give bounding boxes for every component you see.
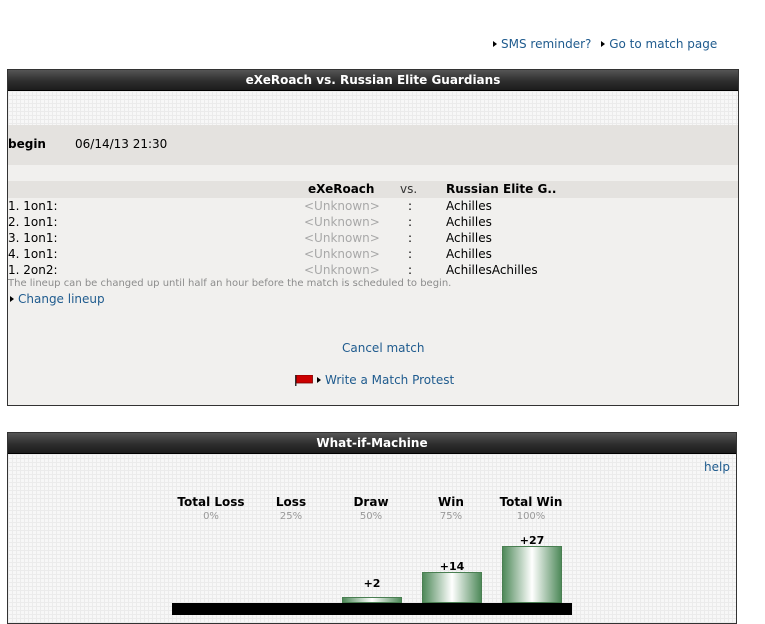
vs-label: vs.: [400, 182, 418, 196]
total-win-points-bar: [502, 546, 562, 603]
score-separator: :: [408, 231, 413, 245]
lineup-row: 1. 1on1: <Unknown> : Achilles: [8, 198, 738, 214]
home-player: <Unknown>: [304, 199, 380, 213]
outcome-title: Win: [438, 495, 464, 509]
home-team-name: eXeRoach: [308, 182, 375, 196]
game-label: 1. 1on1:: [8, 199, 58, 213]
score-separator: :: [408, 199, 413, 213]
outcome-title: Loss: [275, 495, 307, 509]
away-player: Achilles: [446, 215, 492, 229]
outcome-column-total-win: Total Win 100%: [491, 495, 571, 522]
lineup-note: The lineup can be changed up until half …: [8, 278, 452, 289]
outcome-percent: 0%: [203, 511, 219, 522]
draw-points-label: +2: [363, 577, 381, 590]
begin-label: begin: [8, 137, 46, 151]
outcome-percent: 100%: [516, 511, 546, 522]
home-player: <Unknown>: [304, 231, 380, 245]
away-player: Achilles: [446, 231, 492, 245]
home-player: <Unknown>: [304, 215, 380, 229]
away-player: Achilles: [446, 199, 492, 213]
what-if-body: help Total Loss 0% Loss 25% Draw 50% Win…: [8, 454, 736, 623]
write-protest-link[interactable]: Write a Match Protest: [317, 373, 454, 387]
outcome-column-loss: Loss 25%: [251, 495, 331, 522]
home-player: <Unknown>: [304, 247, 380, 261]
what-if-machine-panel: What-if-Machine help Total Loss 0% Loss …: [7, 432, 737, 624]
outcome-percent: 75%: [439, 511, 463, 522]
outcome-column-total-loss: Total Loss 0%: [171, 495, 251, 522]
lineup-row: 1. 2on2: <Unknown> : AchillesAchilles: [8, 262, 738, 278]
score-separator: :: [408, 215, 413, 229]
flag-icon: [295, 375, 313, 386]
lineup-list: 1. 1on1: <Unknown> : Achilles 2. 1on1: <…: [8, 198, 738, 278]
what-if-title: What-if-Machine: [8, 433, 736, 454]
score-separator: :: [408, 263, 413, 277]
away-team-name: Russian Elite G..: [446, 182, 557, 196]
outcome-column-win: Win 75%: [411, 495, 491, 522]
away-player: AchillesAchilles: [446, 263, 538, 277]
lineup-row: 2. 1on1: <Unknown> : Achilles: [8, 214, 738, 230]
score-separator: :: [408, 247, 413, 261]
match-header-strip: [8, 91, 738, 125]
home-player: <Unknown>: [304, 263, 380, 277]
sms-reminder-link[interactable]: SMS reminder?: [493, 37, 591, 51]
outcome-percent: 50%: [359, 511, 383, 522]
lineup-header: eXeRoach vs. Russian Elite G..: [8, 181, 738, 198]
lineup-row: 4. 1on1: <Unknown> : Achilles: [8, 246, 738, 262]
game-label: 4. 1on1:: [8, 247, 58, 261]
cancel-match-link[interactable]: Cancel match: [342, 341, 424, 355]
help-link[interactable]: help: [704, 460, 730, 474]
win-points-bar: [422, 572, 482, 603]
match-panel: eXeRoach vs. Russian Elite Guardians beg…: [7, 69, 739, 406]
game-label: 1. 2on2:: [8, 263, 58, 277]
go-to-match-page-link[interactable]: Go to match page: [601, 37, 717, 51]
game-label: 2. 1on1:: [8, 215, 58, 229]
outcome-percent: 25%: [279, 511, 303, 522]
begin-date: 06/14/13 21:30: [75, 137, 168, 151]
outcome-title: Draw: [353, 495, 389, 509]
top-links: SMS reminder? Go to match page: [493, 37, 723, 51]
protest-row: Write a Match Protest: [295, 373, 454, 387]
lineup-row: 3. 1on1: <Unknown> : Achilles: [8, 230, 738, 246]
chart-baseline: [172, 603, 572, 615]
outcome-title: Total Loss: [177, 495, 245, 509]
outcome-title: Total Win: [499, 495, 563, 509]
change-lineup-link[interactable]: Change lineup: [10, 292, 105, 306]
away-player: Achilles: [446, 247, 492, 261]
match-title: eXeRoach vs. Russian Elite Guardians: [8, 70, 738, 91]
begin-row: begin 06/14/13 21:30: [8, 125, 738, 165]
game-label: 3. 1on1:: [8, 231, 58, 245]
outcome-column-draw: Draw 50%: [331, 495, 411, 522]
